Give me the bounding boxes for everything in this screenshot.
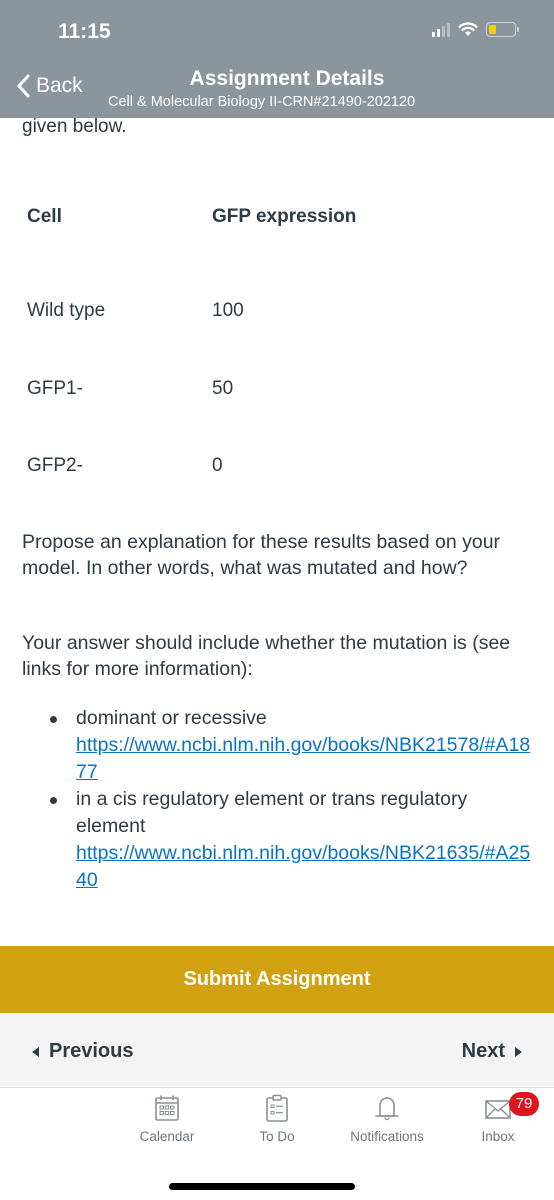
status-icons — [432, 22, 519, 37]
battery-icon — [486, 22, 519, 37]
cell-value: 50 — [212, 378, 234, 399]
table-header-expression: GFP expression — [212, 206, 357, 227]
unread-count-badge: 79 — [509, 1092, 539, 1116]
tab-calendar[interactable]: Calendar — [112, 1093, 222, 1144]
cell-value: 0 — [212, 455, 223, 476]
cellular-signal-icon — [432, 22, 450, 37]
page-title: Assignment Details — [189, 67, 385, 90]
tab-label: Calendar — [139, 1129, 195, 1144]
wifi-icon — [458, 22, 478, 36]
pager-bar: Previous Next — [0, 1013, 554, 1088]
list-item: dominant or recessive https://www.ncbi.n… — [50, 705, 540, 786]
tab-label: Notifications — [350, 1129, 424, 1144]
table-header-cell: Cell — [27, 206, 62, 227]
submit-assignment-button[interactable]: Submit Assignment — [0, 946, 554, 1013]
list-item-text: dominant or recessive — [76, 707, 267, 729]
cell-name: Wild type — [27, 300, 106, 321]
caret-left-icon — [32, 1046, 39, 1057]
tab-label: To Do — [259, 1129, 295, 1144]
requirements-list: dominant or recessive https://www.ncbi.n… — [50, 705, 540, 894]
cell-name: GFP2- — [27, 455, 83, 476]
todo-icon — [266, 1094, 288, 1122]
reference-link[interactable]: https://www.ncbi.nlm.nih.gov/books/NBK21… — [76, 840, 540, 894]
home-indicator[interactable] — [169, 1183, 355, 1190]
cell-name: GFP1- — [27, 378, 83, 399]
list-item: in a cis regulatory element or trans reg… — [50, 786, 540, 894]
next-button[interactable]: Next — [462, 1040, 522, 1063]
list-item-text: in a cis regulatory element or trans reg… — [76, 788, 468, 837]
bottom-tab-bar: Calendar To Do Notifications Inbox 79 — [0, 1089, 554, 1159]
calendar-icon — [155, 1095, 179, 1121]
cell-value: 100 — [212, 300, 244, 321]
tab-todo[interactable]: To Do — [222, 1093, 332, 1144]
mail-icon — [485, 1100, 511, 1119]
top-header: 11:15 Back Assignment Details Cell & Mol… — [0, 0, 554, 118]
caret-right-icon — [515, 1046, 522, 1057]
reference-link[interactable]: https://www.ncbi.nlm.nih.gov/books/NBK21… — [76, 732, 540, 786]
intro-text-fragment: given below. — [22, 116, 127, 137]
tab-notifications[interactable]: Notifications — [332, 1093, 442, 1144]
tab-inbox[interactable]: Inbox 79 — [443, 1092, 553, 1144]
previous-label: Previous — [49, 1040, 134, 1062]
tab-label: Inbox — [481, 1129, 515, 1144]
status-time: 11:15 — [58, 20, 111, 43]
previous-button[interactable]: Previous — [32, 1040, 133, 1063]
instruction-text: Your answer should include whether the m… — [22, 632, 511, 680]
question-text: Propose an explanation for these results… — [22, 531, 501, 579]
course-subtitle: Cell & Molecular Biology II-CRN#21490-20… — [108, 94, 416, 110]
bell-icon — [375, 1097, 399, 1121]
next-label: Next — [461, 1040, 505, 1062]
